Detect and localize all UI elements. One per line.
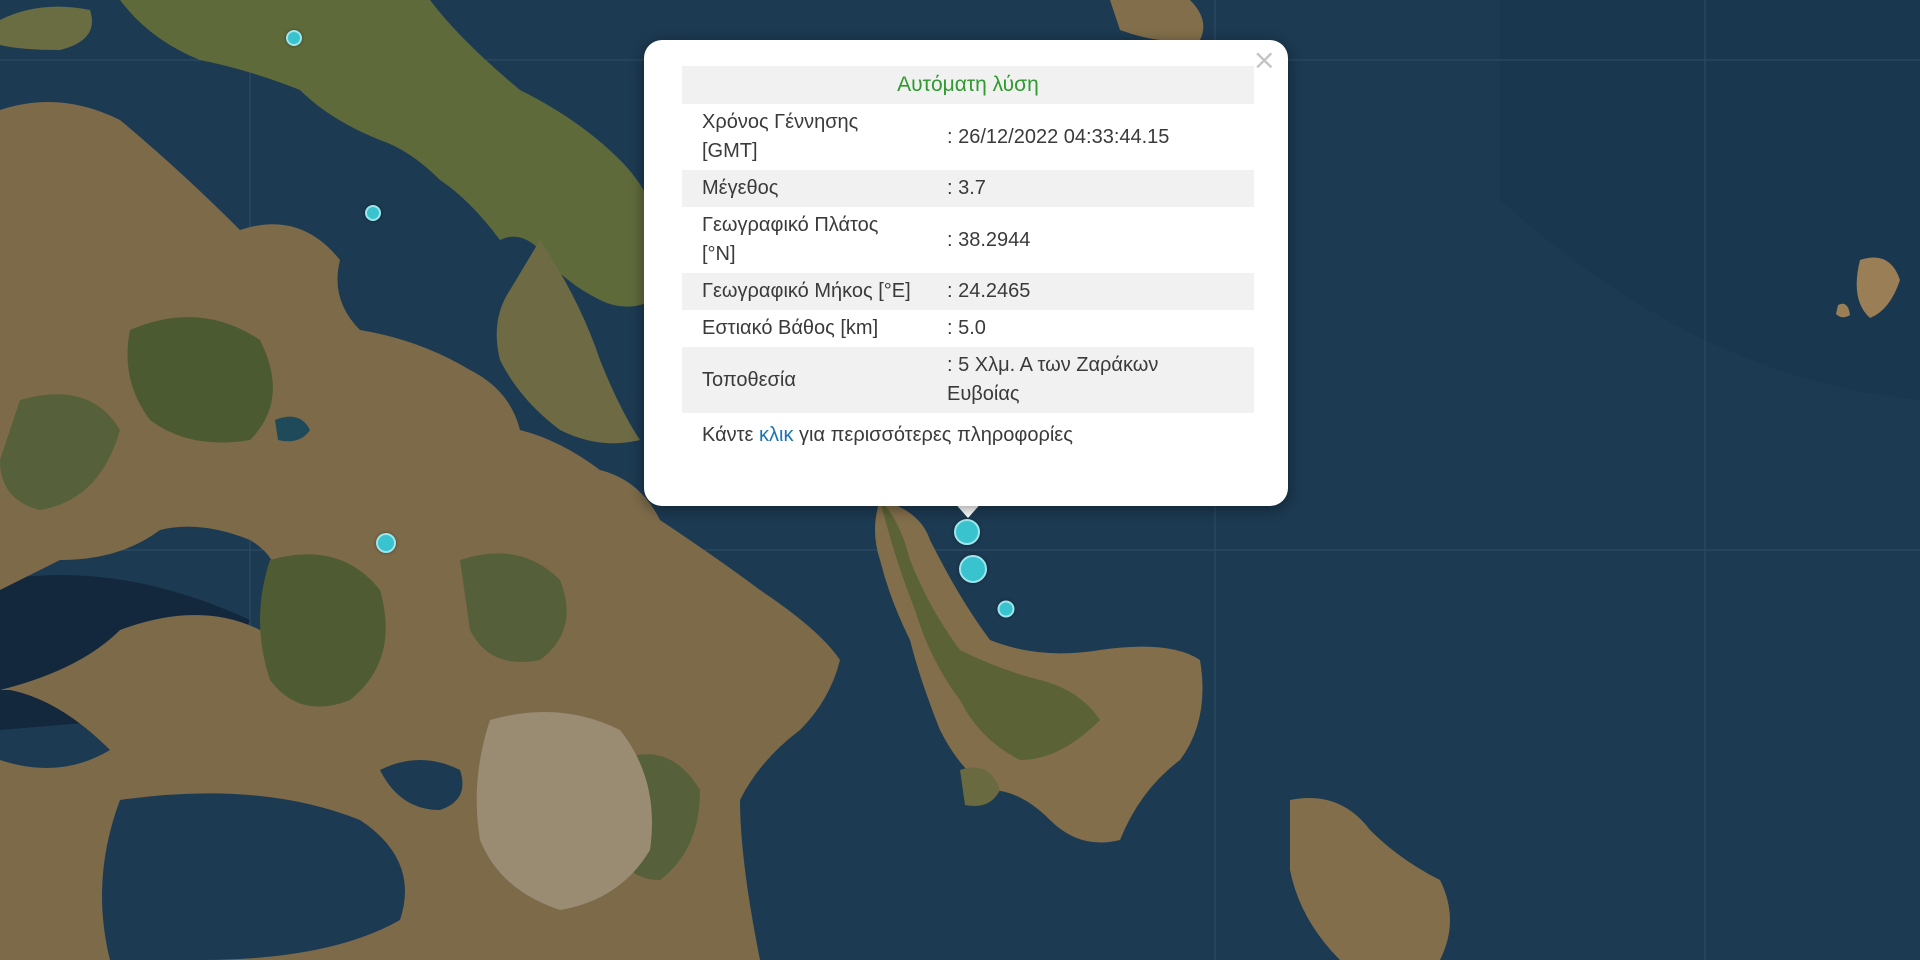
earthquake-popup: × Αυτόματη λύση Χρόνος Γέννησης [GMT] : … <box>644 40 1288 506</box>
info-value: : 5.0 <box>947 317 986 339</box>
earthquake-info-table: Χρόνος Γέννησης [GMT] : 26/12/2022 04:33… <box>682 104 1254 413</box>
earthquake-marker[interactable] <box>959 555 987 583</box>
info-row-location: Τοποθεσία : 5 Χλμ. Α των Ζαράκων Ευβοίας <box>682 347 1254 413</box>
earthquake-marker-selected[interactable] <box>954 519 980 545</box>
info-label: Εστιακό Βάθος [km] <box>702 317 879 339</box>
info-value: : 3.7 <box>947 177 986 199</box>
more-info-line: Κάντε κλικ για περισσότερες πληροφορίες <box>682 413 1254 457</box>
info-row-longitude: Γεωγραφικό Μήκος [°E] : 24.2465 <box>682 273 1254 310</box>
info-row-magnitude: Μέγεθος : 3.7 <box>682 170 1254 207</box>
info-row-latitude: Γεωγραφικό Πλάτος [°N] : 38.2944 <box>682 207 1254 273</box>
info-label: Τοποθεσία <box>702 368 796 391</box>
info-value: : 26/12/2022 04:33:44.15 <box>947 125 1170 148</box>
info-row-depth: Εστιακό Βάθος [km] : 5.0 <box>682 310 1254 347</box>
info-value: : 24.2465 <box>947 280 1031 302</box>
info-label: Μέγεθος <box>702 177 779 199</box>
more-info-suffix: για περισσότερες πληροφορίες <box>793 424 1073 446</box>
info-value: : 5 Χλμ. Α των Ζαράκων Ευβοίας <box>947 354 1159 405</box>
info-label: Χρόνος Γέννησης [GMT] <box>702 111 859 162</box>
more-info-prefix: Κάντε <box>702 424 760 446</box>
earthquake-marker[interactable] <box>365 205 381 221</box>
close-icon[interactable]: × <box>1253 46 1276 74</box>
popup-title: Αυτόματη λύση <box>682 66 1254 104</box>
info-value: : 38.2944 <box>947 228 1031 251</box>
earthquake-marker[interactable] <box>376 533 396 553</box>
earthquake-marker[interactable] <box>286 30 302 46</box>
earthquake-marker[interactable] <box>997 600 1015 618</box>
info-label: Γεωγραφικό Μήκος [°E] <box>702 280 911 302</box>
popup-content: Αυτόματη λύση Χρόνος Γέννησης [GMT] : 26… <box>682 66 1254 457</box>
info-label: Γεωγραφικό Πλάτος [°N] <box>702 214 879 265</box>
more-info-link[interactable]: κλικ <box>759 424 793 446</box>
info-row-origin-time: Χρόνος Γέννησης [GMT] : 26/12/2022 04:33… <box>682 104 1254 170</box>
